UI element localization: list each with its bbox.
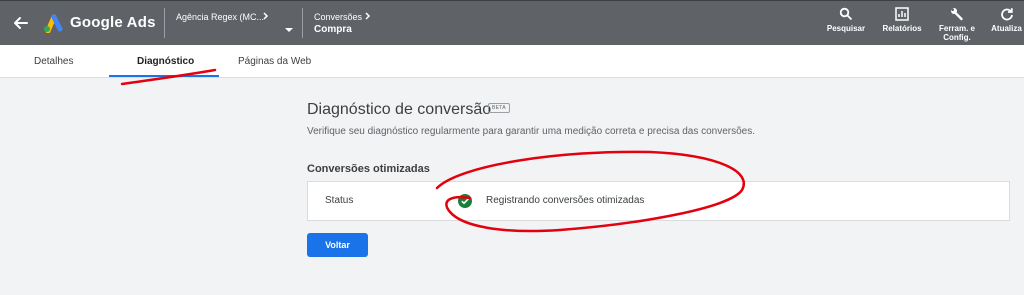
section-title: Conversões otimizadas xyxy=(307,163,430,175)
search-button[interactable]: Pesquisar xyxy=(824,7,868,33)
top-app-bar: Google Ads Agência Regex (MC... Conversõ… xyxy=(0,0,1024,45)
header-divider xyxy=(302,8,303,38)
wrench-icon xyxy=(951,8,963,21)
refresh-button[interactable]: Atualiza xyxy=(989,7,1024,33)
breadcrumb-current-page: Compra xyxy=(314,24,352,35)
active-tab-indicator xyxy=(109,75,219,77)
reports-button[interactable]: Relatórios xyxy=(878,7,926,33)
brand-name[interactable]: Google Ads xyxy=(70,14,156,31)
refresh-icon xyxy=(1000,8,1013,21)
reports-label: Relatórios xyxy=(882,24,922,33)
tools-settings-button[interactable]: Ferram. e Config. xyxy=(933,7,981,42)
search-label: Pesquisar xyxy=(826,24,866,33)
back-arrow-icon[interactable] xyxy=(11,13,31,33)
status-label: Status xyxy=(325,195,354,206)
tab-web-pages[interactable]: Páginas da Web xyxy=(238,56,311,67)
dropdown-arrow-icon[interactable] xyxy=(285,28,293,32)
beta-badge: BETA xyxy=(488,103,510,113)
tab-bar: Detalhes Diagnóstico Páginas da Web xyxy=(0,45,1024,78)
page-description: Verifique seu diagnóstico regularmente p… xyxy=(307,126,756,137)
status-card: Status Registrando conversões otimizadas xyxy=(307,181,1010,221)
refresh-label: Atualiza xyxy=(991,24,1022,33)
tools-label: Ferram. e xyxy=(938,24,976,33)
breadcrumb-conversions[interactable]: Conversões xyxy=(314,12,362,22)
chevron-right-icon xyxy=(365,12,371,20)
header-divider xyxy=(164,8,165,38)
chevron-right-icon xyxy=(263,12,269,20)
check-circle-icon xyxy=(458,194,472,208)
tools-label-line2: Config. xyxy=(943,33,971,42)
back-button[interactable]: Voltar xyxy=(307,233,368,257)
page-title: Diagnóstico de conversão xyxy=(307,101,492,118)
status-value: Registrando conversões otimizadas xyxy=(486,195,645,206)
account-selector[interactable]: Agência Regex (MC... xyxy=(176,12,264,22)
tab-details[interactable]: Detalhes xyxy=(34,56,73,67)
google-ads-logo-icon xyxy=(44,14,63,33)
tab-diagnostics[interactable]: Diagnóstico xyxy=(137,56,194,67)
search-icon xyxy=(839,7,853,21)
reports-icon xyxy=(895,7,909,21)
